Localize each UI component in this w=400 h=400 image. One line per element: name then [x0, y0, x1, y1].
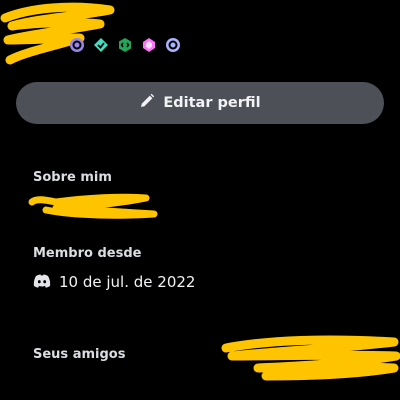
- member-since-row: 10 de jul. de 2022: [33, 272, 195, 292]
- discord-logo-icon: [33, 273, 51, 292]
- member-since-heading: Membro desde: [33, 246, 142, 261]
- pencil-icon: [139, 93, 155, 113]
- badge-row: [68, 35, 182, 55]
- edit-profile-button[interactable]: Editar perfil: [16, 82, 384, 124]
- member-since-date: 10 de jul. de 2022: [59, 273, 196, 291]
- edit-profile-label: Editar perfil: [163, 95, 261, 111]
- nitro-gem-icon[interactable]: [140, 36, 158, 54]
- about-me-heading: Sobre mim: [33, 170, 112, 185]
- redaction-mark-about: [28, 193, 158, 219]
- hypesquad-icon[interactable]: [68, 36, 86, 54]
- quest-icon[interactable]: [164, 36, 182, 54]
- active-developer-icon[interactable]: [116, 36, 134, 54]
- your-friends-heading[interactable]: Seus amigos: [33, 347, 125, 362]
- redaction-mark-friends: [221, 335, 400, 381]
- hypesquad-balance-icon[interactable]: [92, 36, 110, 54]
